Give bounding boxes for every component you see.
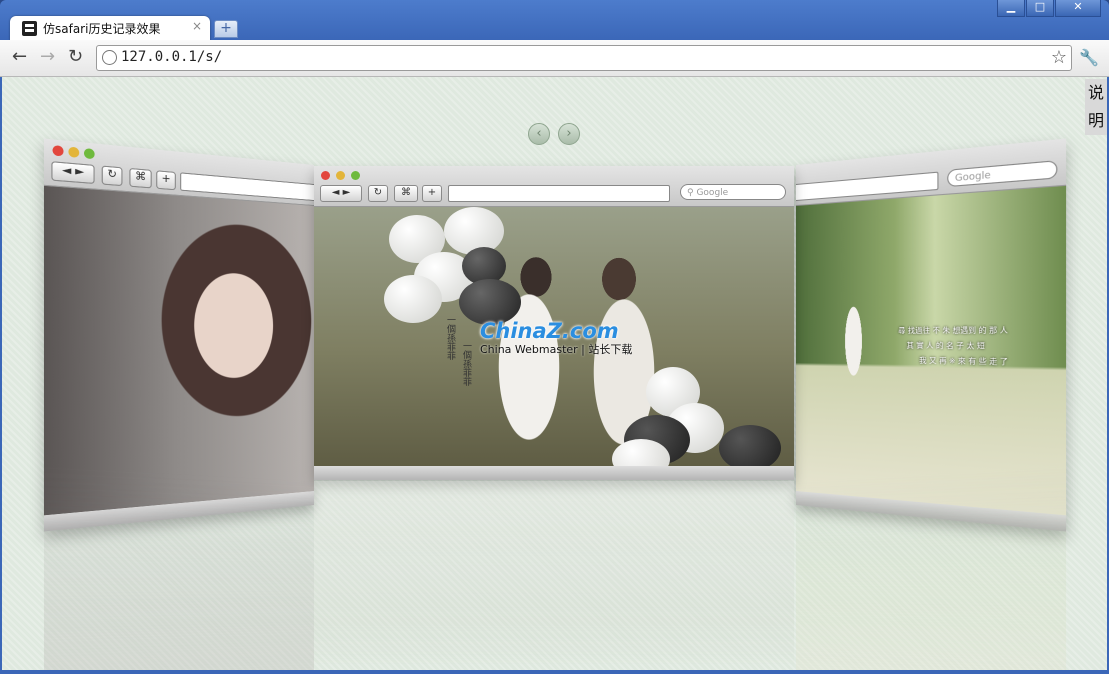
help-tab[interactable]: 说明	[1085, 79, 1107, 135]
prev-arrow-button[interactable]: ‹	[528, 123, 550, 145]
portrait-photo	[43, 185, 315, 516]
vertical-caption: 一個孫菲菲	[461, 341, 471, 386]
close-dot-icon	[52, 145, 64, 157]
reload-button[interactable]: ↻	[68, 48, 83, 66]
balloon-photo: 一個孫菲菲 一個孫菲菲 ChinaZ.com China Webmaster |…	[314, 207, 794, 479]
card-bookmarks-button: ⌘	[394, 185, 418, 202]
card-nav-button: ◄ ►	[320, 185, 362, 202]
card-footer	[314, 466, 794, 480]
bookmark-star-icon[interactable]: ☆	[1051, 47, 1067, 68]
card-reload-button: ↻	[101, 165, 123, 187]
card-toolbar: ◄ ► ↻ ⌘ + ⚲ Google	[314, 166, 794, 207]
forward-button[interactable]: →	[40, 48, 55, 66]
page-content: 说明 ‹ › ◄ ► ↻ ⌘ + Google 尋 找過往 不 朱 想遇到 的 …	[2, 77, 1107, 670]
card-search-field: Google	[947, 160, 1058, 188]
balloon-black	[719, 425, 781, 471]
card-reload-button: ↻	[368, 185, 388, 202]
card-address-bar	[448, 185, 670, 202]
tab-active[interactable]: 仿safari历史记录效果 ×	[10, 16, 210, 41]
history-card-center[interactable]: ◄ ► ↻ ⌘ + ⚲ Google 一個孫菲菲 一個孫菲菲 ChinaZ.co…	[314, 166, 794, 480]
poem-line-1: 尋 找過往 不 朱 想遇到 的 那 人	[898, 326, 1008, 335]
poem-line-2: 其 實 人 的 名 子 太 短	[906, 341, 985, 351]
card-bookmarks-button: ⌘	[129, 167, 152, 189]
close-window-button[interactable]: ✕	[1055, 0, 1101, 17]
address-bar[interactable]: 127.0.0.1/s/ ☆	[96, 45, 1072, 71]
reflection-right	[796, 466, 1067, 670]
search-placeholder: Google	[696, 188, 729, 198]
new-tab-button[interactable]: +	[214, 20, 238, 38]
card-nav-button: ◄ ►	[51, 161, 95, 185]
maximize-button[interactable]: □	[1026, 0, 1054, 17]
globe-icon	[102, 50, 117, 65]
favicon-icon	[22, 21, 37, 36]
minimize-dot-icon	[68, 146, 80, 158]
browser-toolbar: ← → ↻ 127.0.0.1/s/ ☆ 🔧	[0, 40, 1109, 77]
minimize-button[interactable]: ▁	[997, 0, 1025, 17]
reflection-left	[43, 466, 315, 670]
back-button[interactable]: ←	[12, 48, 27, 66]
poem-line-3: 我 又 再 ※ 來 有 些 走 了	[919, 356, 1008, 367]
next-arrow-button[interactable]: ›	[558, 123, 580, 145]
browser-window: 仿safari历史记录效果 × + ▁ □ ✕ ← → ↻ 127.0.0.1/…	[0, 0, 1109, 674]
reflection-center	[314, 481, 794, 670]
close-dot-icon	[321, 171, 330, 180]
tab-title: 仿safari历史记录效果	[43, 22, 161, 36]
window-controls: ▁ □ ✕	[996, 0, 1101, 17]
card-add-button: +	[422, 185, 442, 202]
zoom-dot-icon	[83, 148, 95, 160]
tab-close-icon[interactable]: ×	[192, 19, 202, 33]
wrench-icon[interactable]: 🔧	[1079, 48, 1099, 67]
zoom-dot-icon	[351, 171, 360, 180]
watermark-subtitle: China Webmaster | 站长下载	[480, 343, 633, 356]
card-add-button: +	[156, 170, 176, 191]
balloon-white	[384, 275, 442, 323]
tab-strip: 仿safari历史记录效果 × + ▁ □ ✕	[0, 0, 1109, 41]
vertical-caption: 一個孫菲菲	[445, 315, 455, 360]
card-search-field: ⚲ Google	[680, 184, 786, 200]
watermark-logo: ChinaZ.com	[480, 319, 619, 343]
park-photo: 尋 找過往 不 朱 想遇到 的 那 人 其 實 人 的 名 子 太 短 我 又 …	[796, 185, 1067, 516]
url-text[interactable]: 127.0.0.1/s/	[121, 49, 222, 65]
minimize-dot-icon	[336, 171, 345, 180]
chinaz-watermark: ChinaZ.com China Webmaster | 站长下载	[480, 319, 632, 357]
